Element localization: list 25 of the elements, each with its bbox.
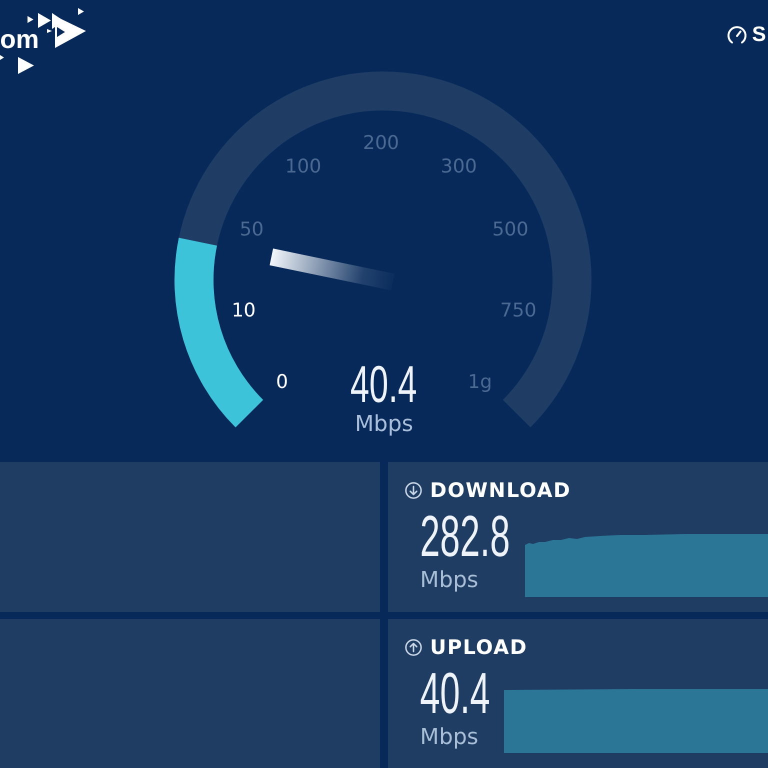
- result-unit: Mbps: [420, 570, 478, 592]
- gauge-scale-label: 50: [240, 218, 264, 240]
- gauge-scale-label: 100: [285, 156, 322, 178]
- gauge-scale-label: 1g: [468, 371, 492, 393]
- gauge-scale-label: 200: [362, 132, 400, 154]
- result-label: DOWNLOAD: [430, 478, 571, 502]
- speedometer-icon: [726, 25, 747, 45]
- result-value: 40.4: [420, 665, 490, 723]
- speed-unit: Mbps: [354, 414, 414, 436]
- gauge-scale-label: 300: [440, 156, 477, 178]
- result-label: UPLOAD: [430, 635, 528, 659]
- gauge-scale-label: 750: [500, 299, 536, 322]
- gauge-scale-label: 10: [232, 299, 256, 322]
- result-value: 282.8: [420, 508, 510, 566]
- brand-text: S: [752, 25, 766, 45]
- speed-value: 40.4: [350, 359, 418, 411]
- gauge-scale-label: 500: [492, 218, 528, 240]
- triangle-cluster-icon: [38, 8, 86, 48]
- arrow-up-circle-icon: [405, 638, 422, 656]
- triangle-icon: [0, 55, 34, 74]
- triangle-icon: [28, 16, 34, 23]
- result-unit: Mbps: [420, 727, 478, 749]
- logo-text: om: [0, 24, 39, 54]
- gauge-scale-label: 0: [276, 371, 288, 393]
- arrow-down-circle-icon: [405, 482, 422, 498]
